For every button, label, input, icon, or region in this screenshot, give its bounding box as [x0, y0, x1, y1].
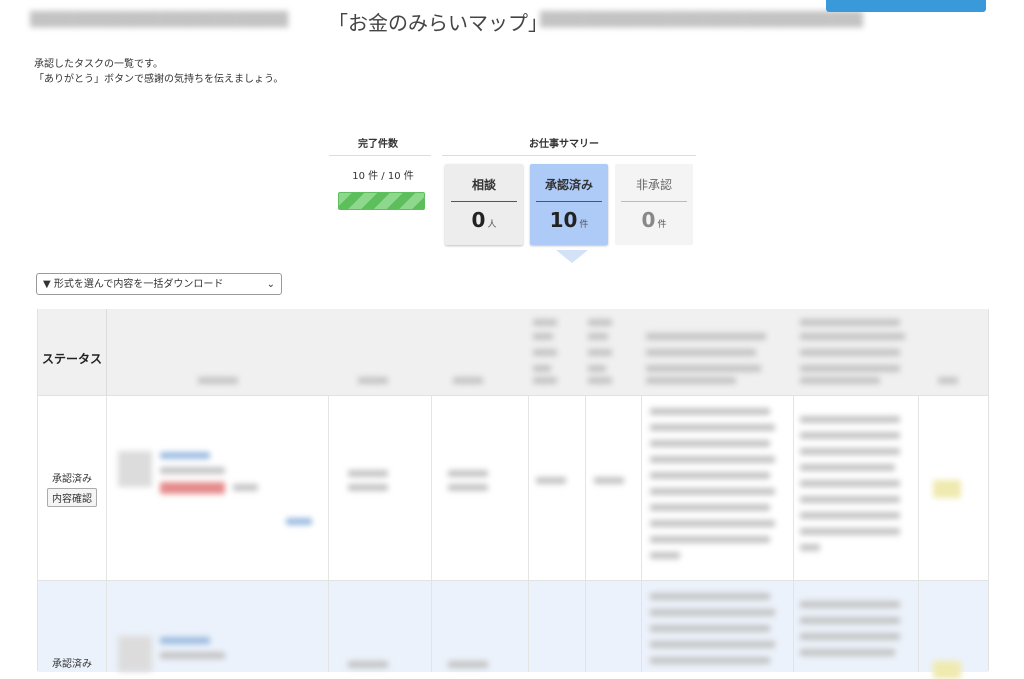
- page-description: 承認したタスクの一覧です。 「ありがとう」ボタンで感謝の気持ちを伝えましょう。: [34, 57, 283, 87]
- card-unit: 件: [657, 220, 667, 230]
- active-card-pointer: [556, 250, 588, 263]
- download-format-select[interactable]: ▼ 形式を選んで内容を一括ダウンロード ⌄: [36, 273, 282, 295]
- table-row: 承認済み: [38, 580, 988, 679]
- description-line-1: 承認したタスクの一覧です。: [34, 59, 163, 70]
- work-summary-header: お仕事サマリー: [529, 139, 599, 150]
- completed-count-header: 完了件数: [358, 139, 398, 150]
- divider: [536, 201, 602, 202]
- divider: [329, 155, 431, 156]
- card-label: 非承認: [635, 178, 672, 192]
- card-label: 相談: [471, 178, 496, 192]
- summary-card-approved[interactable]: 承認済み 10 件: [530, 164, 608, 245]
- divider: [621, 201, 687, 202]
- table-row: 承認済み 内容確認: [38, 395, 988, 581]
- top-action-button[interactable]: [826, 0, 986, 12]
- view-detail-button[interactable]: 内容確認: [47, 488, 97, 507]
- status-text: 承認済み: [52, 659, 92, 670]
- title-suffix-blurred: ▒▒▒▒▒▒▒▒▒▒▒▒▒▒▒▒▒▒▒▒▒▒▒▒▒▒▒▒▒▒: [540, 12, 863, 28]
- card-unit: 件: [579, 220, 589, 230]
- status-text: 承認済み: [52, 474, 92, 485]
- completed-count: 10 件 / 10 件: [352, 171, 414, 182]
- select-value: ▼ 形式を選んで内容を一括ダウンロード: [43, 279, 224, 290]
- completion-progress-bar: [338, 192, 425, 210]
- summary-card-consult[interactable]: 相談 0人: [445, 164, 523, 245]
- header-status: ステータス: [38, 309, 107, 395]
- status-cell: 承認済み: [38, 655, 106, 670]
- chevron-down-icon: ⌄: [266, 279, 275, 290]
- task-table: ステータス 承認済み 内容確認 承認済み: [37, 309, 989, 679]
- status-cell: 承認済み 内容確認: [38, 470, 106, 507]
- divider: [442, 155, 696, 156]
- title-prefix-blurred: ▒▒▒▒▒▒▒▒▒▒▒▒▒▒▒▒▒▒▒▒▒▒▒▒: [30, 12, 289, 28]
- divider: [451, 201, 517, 202]
- table-header: ステータス: [38, 309, 988, 395]
- card-value: 0: [641, 208, 656, 232]
- description-line-2: 「ありがとう」ボタンで感謝の気持ちを伝えましょう。: [34, 74, 284, 85]
- summary-card-rejected[interactable]: 非承認 0件: [615, 164, 693, 245]
- header-status-label: ステータス: [42, 352, 103, 366]
- card-label: 承認済み: [544, 178, 593, 192]
- card-value: 0: [471, 208, 486, 232]
- page-title: 「お金のみらいマップ」: [328, 11, 548, 35]
- card-unit: 人: [487, 220, 497, 230]
- card-value: 10: [549, 208, 578, 232]
